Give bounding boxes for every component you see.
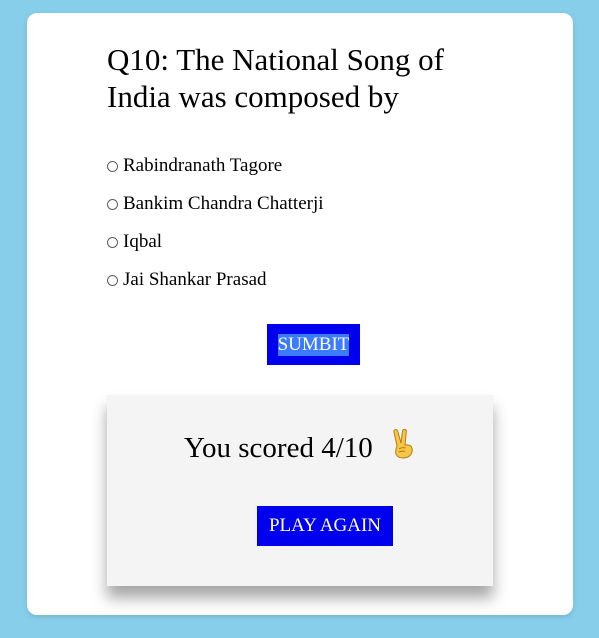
- option-label: Iqbal: [123, 231, 163, 252]
- radio-circle-icon[interactable]: [107, 236, 118, 248]
- submit-button-label: SUMBIT: [277, 333, 350, 356]
- option-label: Bankim Chandra Chatterji: [123, 193, 324, 214]
- submit-button[interactable]: SUMBIT: [267, 324, 360, 365]
- option-label: Rabindranath Tagore: [123, 155, 283, 176]
- radio-circle-icon[interactable]: [107, 160, 118, 172]
- option-label: Jai Shankar Prasad: [123, 269, 267, 290]
- score-line: You scored 4/10: [107, 428, 493, 467]
- option-rabindranath-tagore[interactable]: Rabindranath Tagore: [107, 147, 324, 185]
- score-panel: You scored 4/10 PLAY AGAIN: [107, 395, 493, 586]
- question-text: Q10: The National Song of India was comp…: [107, 42, 444, 114]
- radio-circle-icon[interactable]: [107, 198, 118, 210]
- option-bankim-chandra-chatterji[interactable]: Bankim Chandra Chatterji: [107, 185, 324, 223]
- score-text: You scored 4/10: [183, 432, 373, 464]
- option-iqbal[interactable]: Iqbal: [107, 223, 324, 261]
- play-again-button[interactable]: PLAY AGAIN: [257, 506, 393, 546]
- quiz-card: Q10: The National Song of India was comp…: [27, 13, 573, 615]
- victory-hand-icon: [390, 428, 416, 467]
- option-jai-shankar-prasad[interactable]: Jai Shankar Prasad: [107, 261, 324, 299]
- radio-circle-icon[interactable]: [107, 274, 118, 286]
- answer-options: Rabindranath Tagore Bankim Chandra Chatt…: [107, 147, 324, 299]
